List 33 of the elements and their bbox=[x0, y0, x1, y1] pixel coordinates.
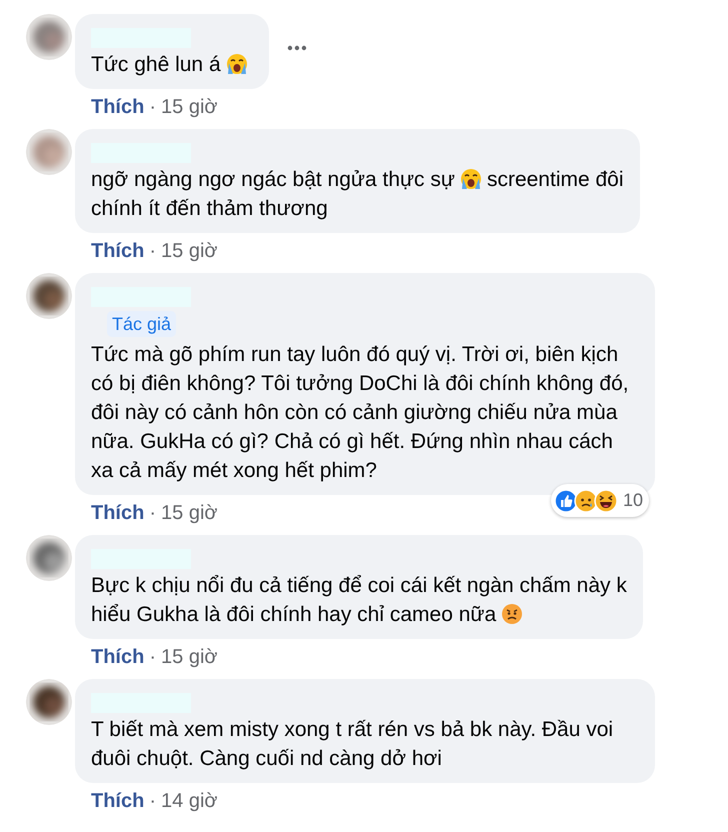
like-button[interactable]: Thích bbox=[91, 789, 144, 813]
comment-text: Bực k chịu nổi đu cả tiếng để coi cái kết ngàn chấm này k bbox=[91, 574, 627, 597]
comment-text: T biết mà xem misty xong t rất rén vs bả bk này. Đầu voi đuôi chuột. Càng cuối nd càng dở hơi bbox=[91, 717, 614, 772]
separator-dot: · bbox=[149, 789, 156, 813]
reactions-badge[interactable]: 10 bbox=[550, 484, 649, 517]
separator-dot: · bbox=[149, 95, 156, 119]
separator-dot: · bbox=[149, 645, 156, 669]
comment-time[interactable]: 15 giờ bbox=[161, 95, 218, 119]
like-button[interactable]: Thích bbox=[91, 645, 144, 669]
thumbs-up-icon bbox=[554, 488, 578, 512]
separator-dot: · bbox=[149, 239, 156, 263]
comment-text: screentime đôi bbox=[486, 168, 624, 191]
comment-text: chính ít đến thảm thương bbox=[91, 197, 328, 220]
laughing-face-icon bbox=[594, 488, 618, 512]
author-badge: Tác giả bbox=[107, 311, 176, 337]
like-button[interactable]: Thích bbox=[91, 95, 144, 119]
frowning-face-icon bbox=[500, 602, 524, 626]
like-button[interactable]: Thích bbox=[91, 239, 144, 263]
comment-time[interactable]: 15 giờ bbox=[161, 645, 218, 669]
comment-text: Tức ghê lun á bbox=[91, 53, 221, 76]
comment-text: Tức mà gõ phím run tay luôn đó quý vị. Trời ơi, biên kịch có bị điên không? Tôi tưởng DoChi là đôi chính không đó, đôi này có cảnh hôn còn có cảnh giường chiếu nửa mùa nữa. GukHa có gì? Chả có gì hết. Đứng nhìn nhau cách xa cả mấy mét xong hết phim? bbox=[91, 342, 630, 484]
comment-time[interactable]: 15 giờ bbox=[161, 239, 218, 263]
comment-text: hiểu Gukha là đôi chính hay chỉ cameo nữa bbox=[91, 603, 496, 626]
more-options-icon[interactable] bbox=[286, 44, 307, 50]
comment-text: ngỡ ngàng ngơ ngác bật ngửa thực sự bbox=[91, 168, 455, 191]
sad-face-icon bbox=[574, 488, 598, 512]
like-button[interactable]: Thích bbox=[91, 501, 144, 525]
comment-time[interactable]: 14 giờ bbox=[161, 789, 218, 813]
reaction-count: 10 bbox=[622, 489, 643, 512]
comment-time[interactable]: 15 giờ bbox=[161, 501, 218, 525]
separator-dot: · bbox=[149, 501, 156, 525]
crying-face-icon bbox=[224, 52, 249, 76]
crying-face-icon bbox=[458, 167, 483, 191]
